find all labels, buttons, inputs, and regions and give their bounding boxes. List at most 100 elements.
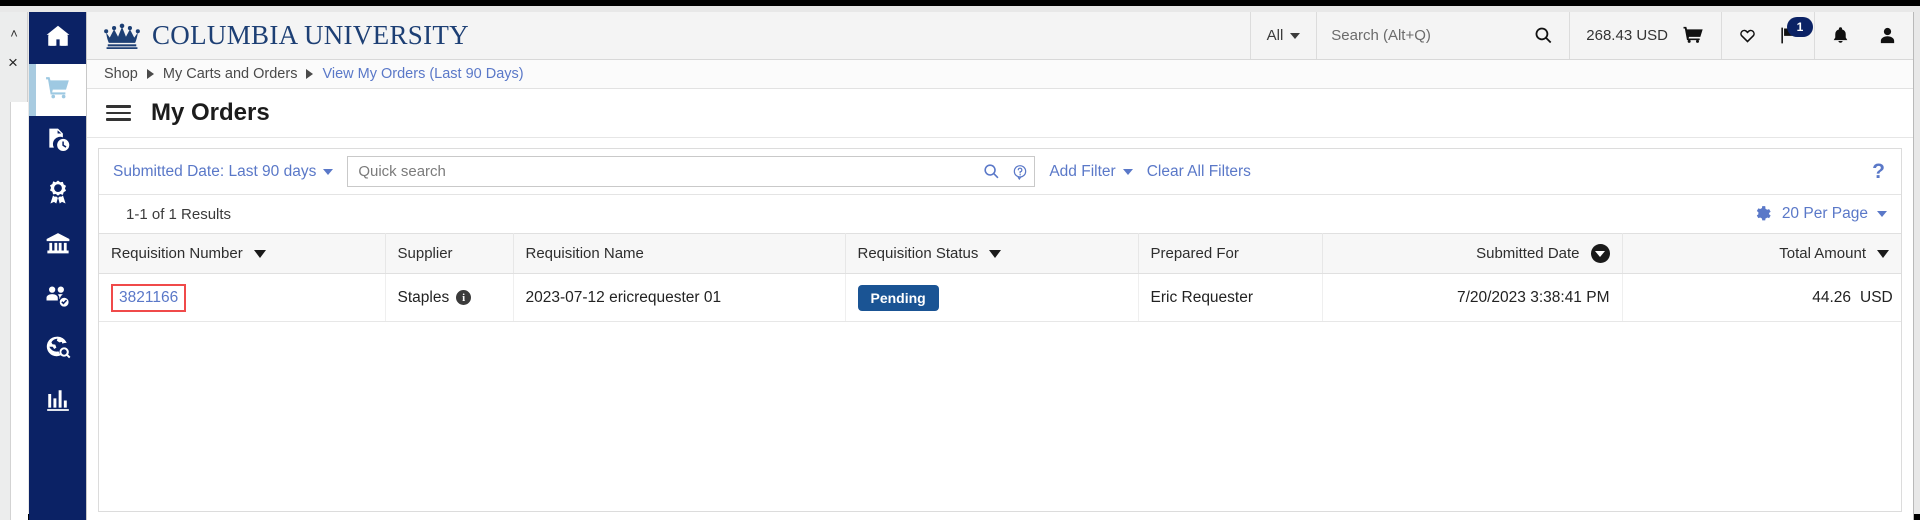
results-bar: 1-1 of 1 Results 20 Per Page [99,195,1901,233]
breadcrumb-item-view-my-orders[interactable]: View My Orders (Last 90 Days) [322,66,523,82]
breadcrumb-separator-icon [146,69,154,79]
column-label: Requisition Status [857,245,979,262]
table-header-row: Requisition Number Supplier Requisition … [99,233,1901,274]
sort-caret-icon [253,249,266,258]
globe-search-icon [45,335,71,366]
sidebar-item-suppliers[interactable] [29,272,86,324]
column-label: Total Amount [1779,245,1866,262]
shopping-cart-icon [45,75,71,106]
breadcrumb-item-my-carts-and-orders[interactable]: My Carts and Orders [163,66,298,82]
column-header-total-amount[interactable]: Total Amount [1622,233,1901,274]
close-icon[interactable]: × [4,54,22,72]
breadcrumb: Shop My Carts and Orders View My Orders … [87,60,1913,89]
supplier-name: Staples [397,288,450,306]
total-amount-value: 44.26 [1812,288,1851,306]
clear-all-filters-button[interactable]: Clear All Filters [1147,163,1251,181]
quick-links: 1 [1721,12,1814,59]
sidebar-item-orders[interactable] [29,116,86,168]
requisition-number-link[interactable]: 3821166 [111,283,187,312]
chevron-down-icon [323,168,334,175]
sort-caret-icon [989,249,1002,258]
chevron-down-icon [1290,32,1301,39]
cell-supplier: Staples i [385,273,514,322]
sort-descending-active-icon [1590,244,1610,263]
sidebar-item-home[interactable] [29,12,86,64]
cell-total-amount: 44.26 USD [1622,273,1901,322]
submitted-date-filter[interactable]: Submitted Date: Last 90 days [113,163,334,181]
column-label: Supplier [397,245,453,262]
cell-requisition-name: 2023-07-12 ericrequester 01 [513,273,846,322]
column-label: Submitted Date [1476,245,1580,262]
per-page-label: 20 Per Page [1781,205,1868,222]
sidebar-item-shop[interactable] [29,64,86,116]
brand-logo[interactable]: COLUMBIA UNIVERSITY [87,12,1250,59]
chevron-down-icon [1877,211,1887,217]
column-header-requisition-number[interactable]: Requisition Number [99,233,386,274]
add-filter-button[interactable]: Add Filter [1049,163,1133,181]
breadcrumb-item-shop[interactable]: Shop [104,66,138,82]
sidebar-item-sourcing[interactable] [29,324,86,376]
collapse-chevron-up-icon[interactable]: ˄ [6,26,22,42]
column-label: Requisition Number [111,245,243,262]
info-icon[interactable]: i [456,290,472,305]
heart-icon[interactable] [1738,26,1757,45]
total-amount-currency: USD [1860,288,1893,306]
bank-icon [45,231,71,262]
orders-table-body: 3821166 Staples i 2023-07-12 ericrequest… [99,273,1901,322]
search-input[interactable]: Search (Alt+Q) [1317,27,1517,44]
cart-summary[interactable]: 268.43 USD [1569,12,1721,59]
help-icon[interactable]: ? [1872,160,1891,184]
column-header-requisition-status[interactable]: Requisition Status [845,233,1139,274]
column-header-prepared-for[interactable]: Prepared For [1138,233,1323,274]
quick-search-help-button[interactable] [1006,164,1034,180]
sidebar-item-reporting[interactable] [29,376,86,428]
table-empty-space [99,322,1901,511]
search-icon [984,164,999,179]
flagged-items[interactable]: 1 [1779,17,1813,45]
cell-requisition-number: 3821166 [99,273,386,322]
table-settings-button[interactable] [1753,205,1771,223]
column-header-submitted-date[interactable]: Submitted Date [1322,233,1623,274]
crown-icon [103,22,141,50]
page-header: My Orders [87,89,1913,138]
sidebar-item-contracts[interactable] [29,168,86,220]
award-ribbon-icon [45,179,71,210]
main-window: COLUMBIA UNIVERSITY All Search (Alt+Q) 2… [86,12,1914,520]
column-label: Prepared For [1150,245,1239,262]
search-icon [1535,27,1552,44]
results-count: 1-1 of 1 Results [126,205,232,223]
people-check-icon [45,283,71,314]
hamburger-menu-icon[interactable] [106,101,131,125]
column-header-supplier[interactable]: Supplier [385,233,514,274]
filter-bar: Submitted Date: Last 90 days Quick searc… [99,149,1901,195]
column-label: Requisition Name [525,245,644,262]
user-icon[interactable] [1878,26,1897,45]
sidebar-nav [29,12,86,520]
page-title: My Orders [151,99,270,126]
cell-submitted-date: 7/20/2023 3:38:41 PM [1322,273,1623,322]
status-badge: Pending [857,284,939,311]
column-header-requisition-name[interactable]: Requisition Name [513,233,846,274]
search-scope-dropdown[interactable]: All [1249,12,1317,59]
top-bar: COLUMBIA UNIVERSITY All Search (Alt+Q) 2… [87,12,1913,60]
table-row: 3821166 Staples i 2023-07-12 ericrequest… [99,273,1901,322]
search-scope-label: All [1266,27,1284,44]
brand-name: COLUMBIA UNIVERSITY [152,20,469,50]
quick-search-input[interactable] [348,163,977,180]
orders-table: Requisition Number Supplier Requisition … [99,233,1901,322]
sidebar-item-accounts-payable[interactable] [29,220,86,272]
quick-search-box [347,156,1036,187]
orders-panel: Submitted Date: Last 90 days Quick searc… [98,148,1902,512]
chevron-down-icon [1122,168,1133,175]
sort-caret-icon [1877,249,1889,258]
clear-all-filters-label: Clear All Filters [1146,162,1251,180]
edge-panel-body [10,102,28,520]
per-page-selector[interactable]: 20 Per Page [1782,205,1887,223]
breadcrumb-separator-icon [306,69,314,79]
search-submit-button[interactable] [1517,12,1569,59]
bell-icon[interactable] [1831,26,1850,45]
cell-prepared-for: Eric Requester [1138,273,1323,322]
quick-search-submit-button[interactable] [976,163,1006,180]
app-window: ˄ × COLUMBIA UNIVERSITY All Search (Alt+… [0,0,1920,520]
